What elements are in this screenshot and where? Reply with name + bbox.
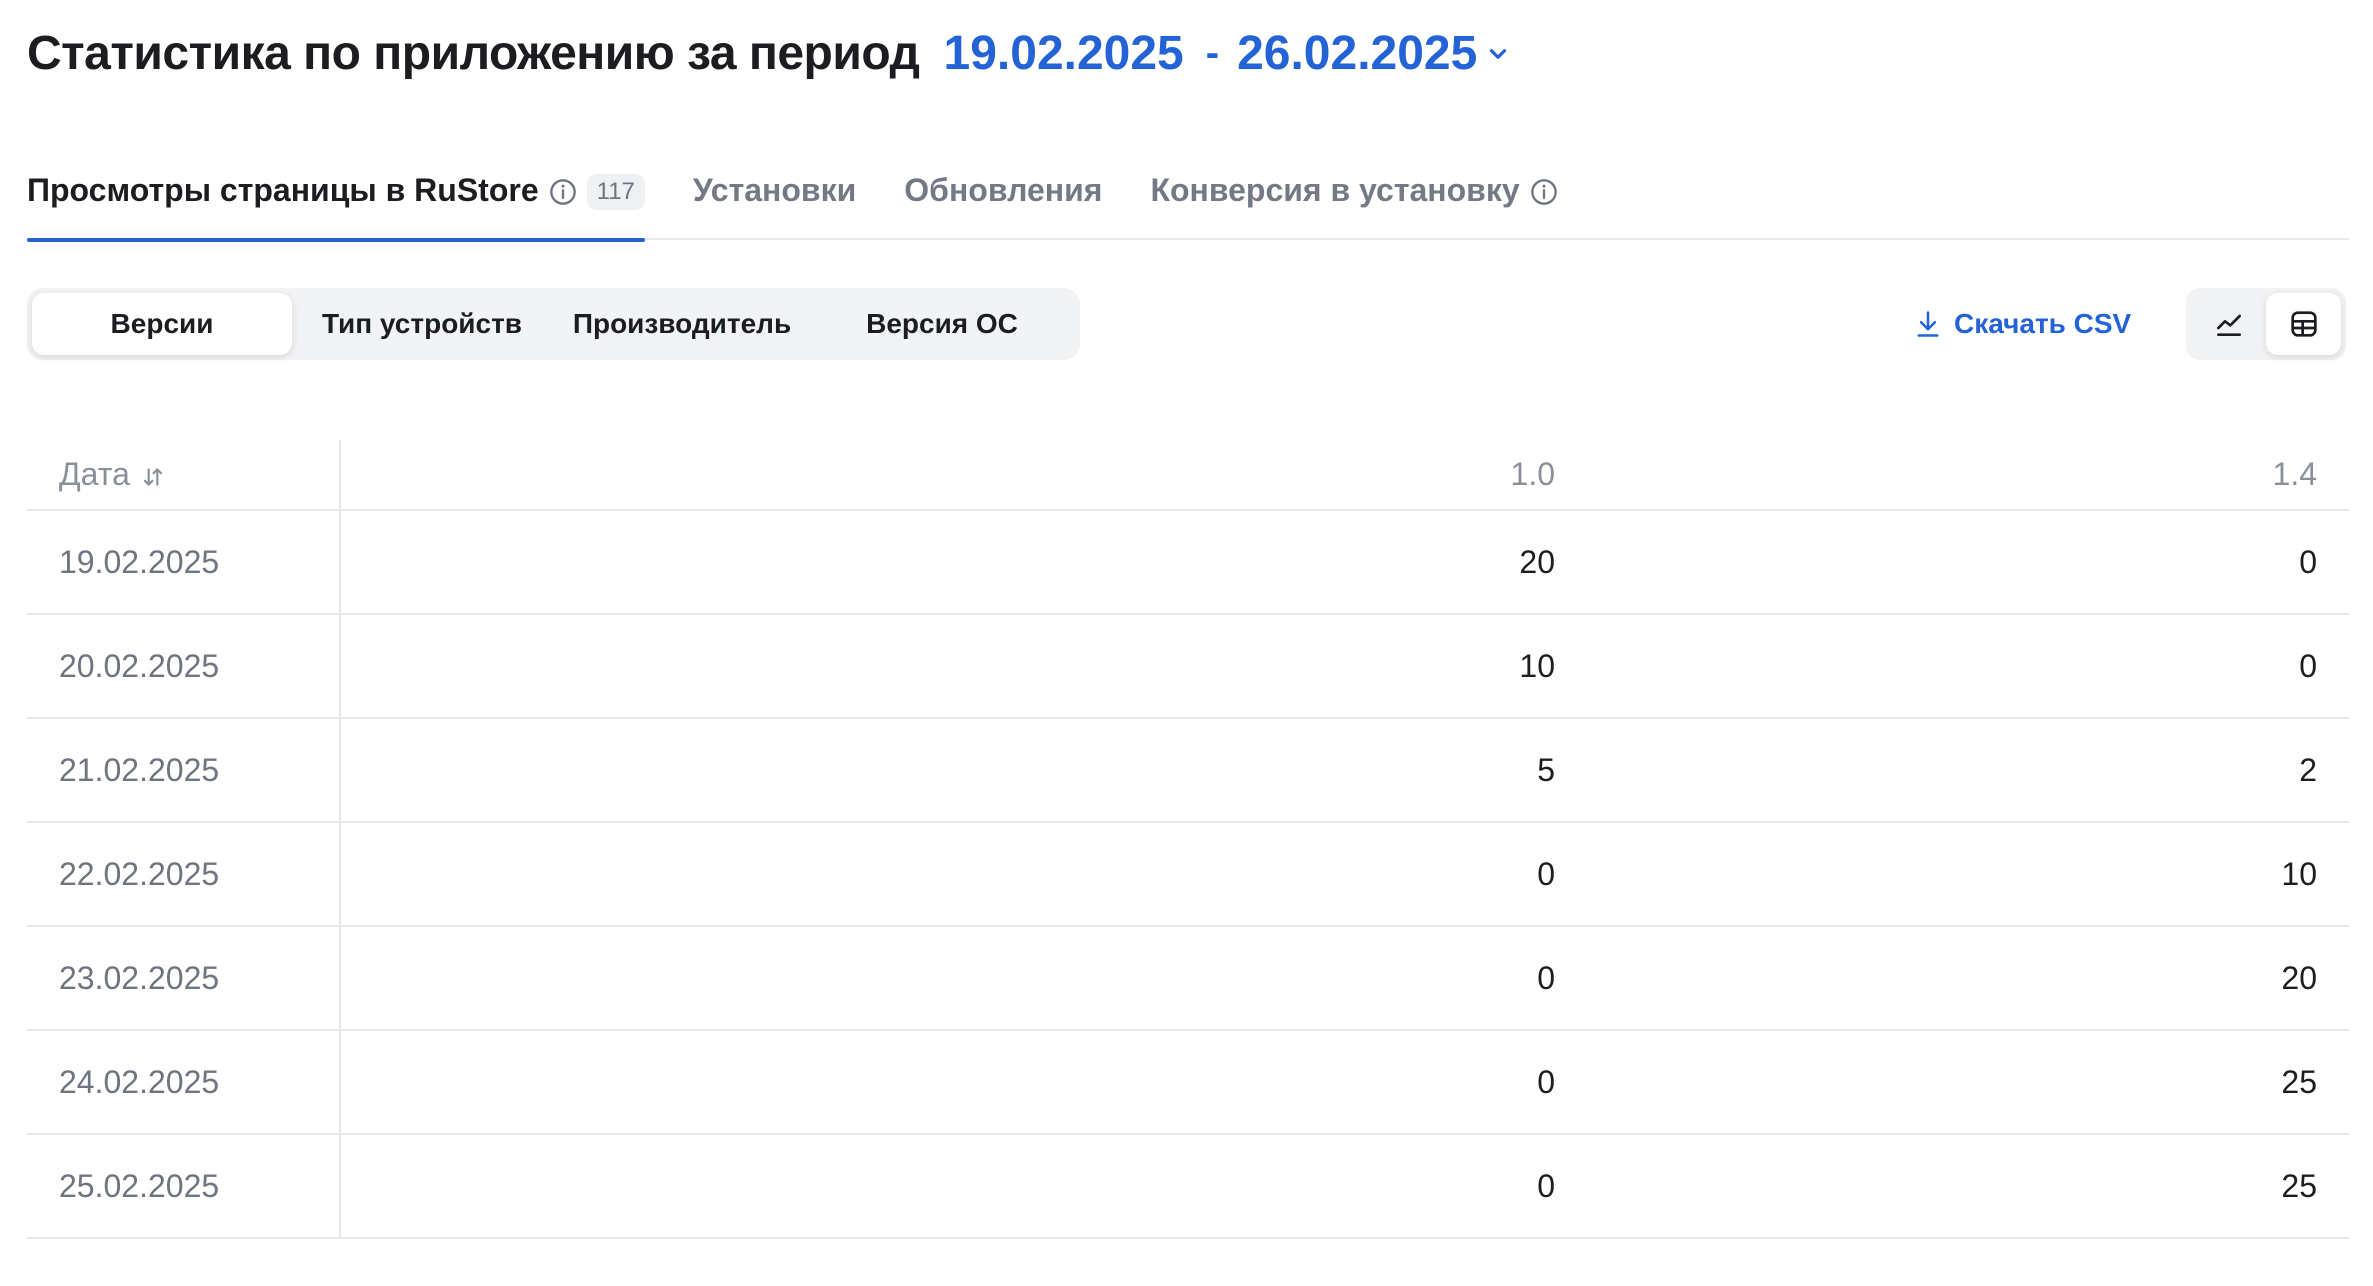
table-row: 20.02.2025 10 0 [27,614,2349,719]
cell-date: 22.02.2025 [27,822,341,927]
table-icon [2290,311,2317,337]
tab-installs[interactable]: Установки [693,166,856,240]
tab-install-conversion[interactable]: Конверсия в установку [1150,166,1557,240]
cell-date: 20.02.2025 [27,614,341,719]
statistics-page: Статистика по приложению за период 19.02… [0,0,2373,1286]
cell-value: 20 [1587,926,2349,1031]
cell-value: 0 [1587,614,2349,719]
table-row: 21.02.2025 5 2 [27,718,2349,823]
statistics-table: Дата 1.0 1.4 19.02.2025 20 0 20.02.2025 … [27,440,2349,1239]
tab-updates[interactable]: Обновления [904,166,1102,240]
column-header-version: 1.0 [340,440,1587,511]
cell-value: 0 [340,1134,1587,1239]
cell-date: 25.02.2025 [27,1134,341,1239]
view-toggle [2186,288,2346,360]
breakdown-segmented-control: Версии Тип устройств Производитель Верси… [27,288,1080,360]
tab-label: Просмотры страницы в RuStore [27,172,539,208]
cell-value: 10 [340,614,1587,719]
page-title: Статистика по приложению за период [27,27,920,80]
table-row: 25.02.2025 0 25 [27,1134,2349,1239]
cell-value: 25 [1587,1030,2349,1135]
segment-versions[interactable]: Версии [32,293,292,355]
chart-view-button[interactable] [2191,293,2266,355]
tab-label: Конверсия в установку [1150,172,1520,208]
cell-value: 0 [340,822,1587,927]
period-end: 26.02.2025 [1237,27,1478,80]
count-badge: 117 [586,174,645,210]
segment-os-version[interactable]: Версия ОС [812,293,1072,355]
cell-value: 5 [340,718,1587,823]
line-chart-icon [2216,314,2241,336]
download-csv-label: Скачать CSV [1954,308,2132,339]
tab-label: Установки [692,172,857,208]
cell-value: 0 [340,1030,1587,1135]
column-header-version: 1.4 [1587,440,2349,511]
table-row: 24.02.2025 0 25 [27,1030,2349,1135]
tab-page-views[interactable]: Просмотры страницы в RuStore 117 [27,166,645,242]
cell-value: 25 [1587,1134,2349,1239]
table-row: 19.02.2025 20 0 [27,510,2349,615]
sort-icon[interactable] [140,464,166,490]
table-row: 23.02.2025 0 20 [27,926,2349,1031]
cell-value: 0 [340,926,1587,1031]
segment-manufacturer[interactable]: Производитель [552,293,812,355]
page-header: Статистика по приложению за период 19.02… [27,26,1511,81]
table-header-row: Дата 1.0 1.4 [27,440,2349,511]
download-csv-button[interactable]: Скачать CSV [1914,304,2131,344]
chevron-down-icon [1490,48,1507,59]
cell-value: 0 [1587,510,2349,615]
cell-value: 2 [1587,718,2349,823]
info-icon[interactable] [549,178,577,206]
period-separator: - [1205,31,1220,75]
table-row: 22.02.2025 0 10 [27,822,2349,927]
cell-value: 10 [1587,822,2349,927]
cell-date: 24.02.2025 [27,1030,341,1135]
column-header-date[interactable]: Дата [27,440,341,511]
cell-date: 21.02.2025 [27,718,341,823]
table-view-button[interactable] [2266,293,2341,355]
period-start: 19.02.2025 [943,27,1184,80]
download-icon [1917,311,1939,337]
info-icon[interactable] [1530,178,1558,206]
cell-value: 20 [340,510,1587,615]
tab-label: Обновления [904,172,1103,208]
segment-device-type[interactable]: Тип устройств [292,293,552,355]
cell-date: 19.02.2025 [27,510,341,615]
tab-bar: Просмотры страницы в RuStore 117 Установ… [27,166,2349,242]
period-picker[interactable]: 19.02.2025 - 26.02.2025 [944,26,1512,81]
cell-date: 23.02.2025 [27,926,341,1031]
